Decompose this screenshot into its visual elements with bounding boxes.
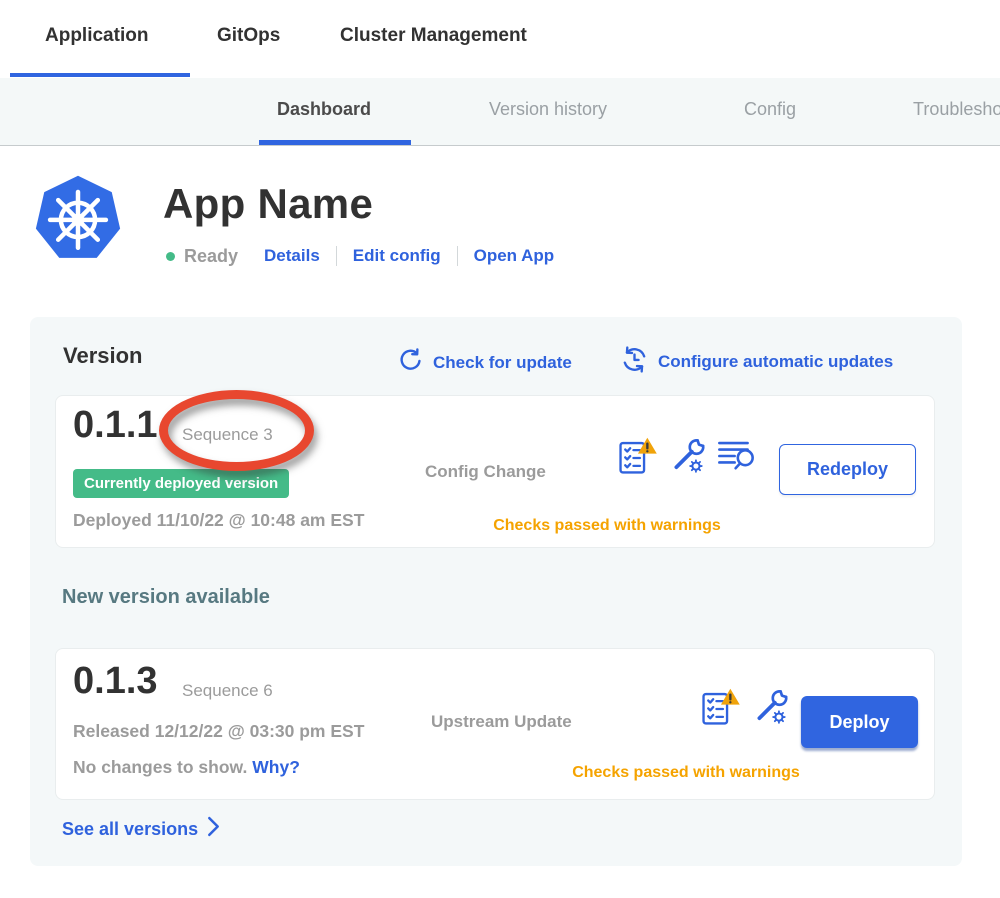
released-timestamp: Released 12/12/22 @ 03:30 pm EST xyxy=(73,721,364,742)
deployed-timestamp: Deployed 11/10/22 @ 10:48 am EST xyxy=(73,510,364,531)
version-section-title: Version xyxy=(63,343,142,369)
configure-automatic-updates-label: Configure automatic updates xyxy=(658,352,893,372)
edit-config-link[interactable]: Edit config xyxy=(353,246,441,266)
deploy-button[interactable]: Deploy xyxy=(801,696,918,748)
active-subtab-underline xyxy=(259,140,411,145)
divider xyxy=(336,246,337,266)
current-version-card: 0.1.1 Sequence 3 Currently deployed vers… xyxy=(55,395,935,548)
version-action-icons xyxy=(700,688,789,731)
available-version-card: 0.1.3 Sequence 6 Released 12/12/22 @ 03:… xyxy=(55,648,935,800)
currently-deployed-badge: Currently deployed version xyxy=(73,469,289,498)
tab-version-history[interactable]: Version history xyxy=(489,99,607,120)
see-all-versions-link[interactable]: See all versions xyxy=(62,816,220,842)
divider xyxy=(457,246,458,266)
clock-refresh-icon xyxy=(621,346,648,378)
status-text: Ready xyxy=(184,246,238,267)
details-link[interactable]: Details xyxy=(264,246,320,266)
page-title: App Name xyxy=(163,180,373,228)
new-version-heading: New version available xyxy=(62,586,270,609)
lines-magnifier-icon[interactable] xyxy=(717,438,757,479)
chevron-right-icon xyxy=(207,816,220,842)
active-tab-underline xyxy=(10,73,190,77)
current-version-sequence: Sequence 3 xyxy=(182,425,273,445)
version-source-label: Config Change xyxy=(425,462,546,482)
why-link[interactable]: Why? xyxy=(252,757,300,777)
current-version-number: 0.1.1 xyxy=(73,404,158,447)
version-source-label: Upstream Update xyxy=(431,712,572,732)
redeploy-button[interactable]: Redeploy xyxy=(779,444,916,495)
wrench-gear-icon[interactable] xyxy=(751,688,789,731)
version-action-icons xyxy=(617,437,757,480)
open-app-link[interactable]: Open App xyxy=(474,246,555,266)
available-version-number: 0.1.3 xyxy=(73,660,158,703)
no-changes-label: No changes to show. xyxy=(73,757,247,777)
check-for-update-label: Check for update xyxy=(433,353,572,373)
checklist-warning-icon[interactable] xyxy=(617,437,657,480)
version-panel: Version Check for update Confi xyxy=(30,317,962,866)
wrench-gear-icon[interactable] xyxy=(668,437,706,480)
configure-automatic-updates-link[interactable]: Configure automatic updates xyxy=(621,346,893,378)
refresh-icon xyxy=(398,348,423,378)
no-changes-text: No changes to show. Why? xyxy=(73,757,300,778)
tab-troubleshoot[interactable]: Troubleshoot xyxy=(913,99,1000,120)
tab-gitops[interactable]: GitOps xyxy=(217,25,280,47)
available-version-sequence: Sequence 6 xyxy=(182,681,273,701)
app-dashboard-page: Application GitOps Cluster Management Da… xyxy=(0,0,1000,898)
app-status-row: Ready Details Edit config Open App xyxy=(166,243,554,269)
see-all-versions-label: See all versions xyxy=(62,819,198,840)
tab-config[interactable]: Config xyxy=(744,99,796,120)
tab-dashboard[interactable]: Dashboard xyxy=(277,99,371,120)
checks-status-text: Checks passed with warnings xyxy=(536,764,836,782)
check-for-update-link[interactable]: Check for update xyxy=(398,348,572,378)
tab-application[interactable]: Application xyxy=(45,25,148,47)
checks-status-text: Checks passed with warnings xyxy=(457,517,757,535)
kubernetes-logo xyxy=(33,174,123,264)
tab-cluster-management[interactable]: Cluster Management xyxy=(340,25,527,47)
checklist-warning-icon[interactable] xyxy=(700,688,740,731)
secondary-nav: Dashboard Version history Config Trouble… xyxy=(0,78,1000,146)
status-dot xyxy=(166,252,175,261)
primary-nav: Application GitOps Cluster Management xyxy=(0,0,1000,78)
